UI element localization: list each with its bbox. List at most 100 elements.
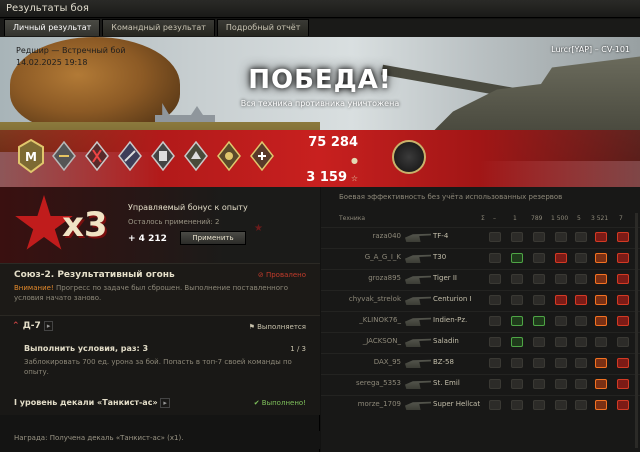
table-row[interactable]: serega_5353 St. Emil — [321, 374, 640, 392]
efficiency-cell-icon[interactable] — [595, 274, 607, 284]
efficiency-cell-icon[interactable] — [617, 295, 629, 305]
efficiency-cell-icon[interactable] — [489, 232, 501, 242]
tank-icon — [405, 380, 431, 389]
efficiency-cell-icon[interactable] — [511, 253, 523, 263]
efficiency-cell-icon[interactable] — [533, 316, 545, 326]
efficiency-cell-icon[interactable] — [617, 316, 629, 326]
efficiency-cell-icon[interactable] — [511, 358, 523, 368]
medal-icon[interactable] — [82, 137, 112, 175]
efficiency-cell-icon[interactable] — [555, 274, 567, 284]
apply-bonus-button[interactable]: Применить — [180, 231, 246, 245]
efficiency-cell-icon[interactable] — [555, 400, 567, 410]
efficiency-cell-icon[interactable] — [617, 379, 629, 389]
efficiency-cell-icon[interactable] — [575, 358, 587, 368]
decal-mission[interactable]: I уровень декали «Танкист-ас» ▸ ✔ Выполн… — [0, 395, 320, 413]
efficiency-cell-icon[interactable] — [617, 400, 629, 410]
efficiency-cell-icon[interactable] — [533, 295, 545, 305]
efficiency-cell-icon[interactable] — [575, 400, 587, 410]
efficiency-cell-icon[interactable] — [575, 295, 587, 305]
efficiency-cell-icon[interactable] — [617, 274, 629, 284]
efficiency-cell-icon[interactable] — [489, 400, 501, 410]
tab-details[interactable]: Подробный отчёт — [216, 19, 310, 36]
medal-icon[interactable] — [214, 137, 244, 175]
mission-status-progress: ⚑ Выполняется — [248, 323, 306, 331]
efficiency-cell-icon[interactable] — [533, 337, 545, 347]
efficiency-cell-icon[interactable] — [555, 253, 567, 263]
efficiency-cell-icon[interactable] — [511, 295, 523, 305]
result-banner: Редшир — Встречный бой 14.02.2025 19:18 … — [0, 37, 640, 187]
efficiency-cell-icon[interactable] — [595, 295, 607, 305]
efficiency-cell-icon[interactable] — [555, 337, 567, 347]
efficiency-cell-icon[interactable] — [533, 400, 545, 410]
efficiency-cell-icon[interactable] — [533, 274, 545, 284]
chevron-right-icon[interactable]: ▸ — [160, 398, 170, 408]
efficiency-cell-icon[interactable] — [617, 358, 629, 368]
efficiency-cell-icon[interactable] — [595, 400, 607, 410]
efficiency-cell-icon[interactable] — [511, 379, 523, 389]
medal-icon[interactable] — [49, 137, 79, 175]
efficiency-cell-icon[interactable] — [489, 337, 501, 347]
chevron-right-icon: ▸ — [43, 321, 54, 331]
efficiency-cell-icon[interactable] — [575, 253, 587, 263]
efficiency-cell-icon[interactable] — [595, 253, 607, 263]
efficiency-cell-icon[interactable] — [511, 274, 523, 284]
table-row[interactable]: G_A_G_I_K T30 — [321, 248, 640, 266]
medal-icon[interactable] — [247, 137, 277, 175]
efficiency-cell-icon[interactable] — [575, 379, 587, 389]
efficiency-cell-icon[interactable] — [575, 337, 587, 347]
player-nick: serega_5353 — [355, 379, 401, 387]
efficiency-cell-icon[interactable] — [595, 232, 607, 242]
efficiency-cell-icon[interactable] — [533, 358, 545, 368]
tab-personal[interactable]: Личный результат — [4, 19, 101, 36]
efficiency-cell-icon[interactable] — [595, 337, 607, 347]
tank-name: Super Hellcat — [433, 400, 481, 408]
table-row[interactable]: DAX_95 BZ-58 — [321, 353, 640, 371]
efficiency-cell-icon[interactable] — [533, 232, 545, 242]
efficiency-cell-icon[interactable] — [511, 316, 523, 326]
col-header: 1 — [513, 215, 517, 222]
table-row[interactable]: chyvak_strelok Centurion I — [321, 290, 640, 308]
table-row[interactable]: raza040 TF-4 — [321, 227, 640, 245]
efficiency-cell-icon[interactable] — [489, 274, 501, 284]
table-row[interactable]: groza895 Tiger II — [321, 269, 640, 287]
efficiency-cell-icon[interactable] — [533, 253, 545, 263]
mission-warning: Внимание! Прогресс по задаче был сброшен… — [14, 284, 288, 302]
efficiency-cell-icon[interactable] — [575, 274, 587, 284]
efficiency-cell-icon[interactable] — [617, 337, 629, 347]
efficiency-cell-icon[interactable] — [489, 316, 501, 326]
medal-icon[interactable] — [148, 137, 178, 175]
efficiency-cell-icon[interactable] — [617, 253, 629, 263]
efficiency-cell-icon[interactable] — [489, 253, 501, 263]
efficiency-cell-icon[interactable] — [555, 232, 567, 242]
reward-label: Награда: — [14, 434, 48, 442]
efficiency-cell-icon[interactable] — [555, 316, 567, 326]
table-row[interactable]: morze_1709 Super Hellcat — [321, 395, 640, 413]
efficiency-cell-icon[interactable] — [489, 295, 501, 305]
tab-team[interactable]: Командный результат — [102, 19, 215, 36]
scrollbar[interactable] — [635, 213, 638, 448]
efficiency-cell-icon[interactable] — [575, 316, 587, 326]
clan-emblem-icon[interactable] — [392, 140, 426, 174]
efficiency-cell-icon[interactable] — [511, 400, 523, 410]
efficiency-cell-icon[interactable] — [555, 358, 567, 368]
efficiency-cell-icon[interactable] — [575, 232, 587, 242]
efficiency-cell-icon[interactable] — [489, 358, 501, 368]
efficiency-cell-icon[interactable] — [595, 316, 607, 326]
medal-icon[interactable] — [181, 137, 211, 175]
efficiency-cell-icon[interactable] — [511, 337, 523, 347]
efficiency-cell-icon[interactable] — [595, 358, 607, 368]
efficiency-cell-icon[interactable] — [595, 379, 607, 389]
efficiency-cell-icon[interactable] — [533, 379, 545, 389]
mission-union2[interactable]: Союз-2. Результативный огонь ⊘ Провалено… — [0, 263, 320, 315]
efficiency-cell-icon[interactable] — [617, 232, 629, 242]
efficiency-cell-icon[interactable] — [555, 379, 567, 389]
col-header: 5 — [577, 215, 581, 222]
efficiency-cell-icon[interactable] — [555, 295, 567, 305]
efficiency-cell-icon[interactable] — [489, 379, 501, 389]
table-row[interactable]: _JACKSON_ Saladin — [321, 332, 640, 350]
table-row[interactable]: _KLINOK76_ Indien-Pz. — [321, 311, 640, 329]
mastery-badge-icon[interactable]: M — [16, 137, 46, 175]
efficiency-cell-icon[interactable] — [511, 232, 523, 242]
mission-conditions: Выполнить условия, раз: 3 1 / 3 Заблокир… — [24, 344, 306, 377]
medal-icon[interactable] — [115, 137, 145, 175]
